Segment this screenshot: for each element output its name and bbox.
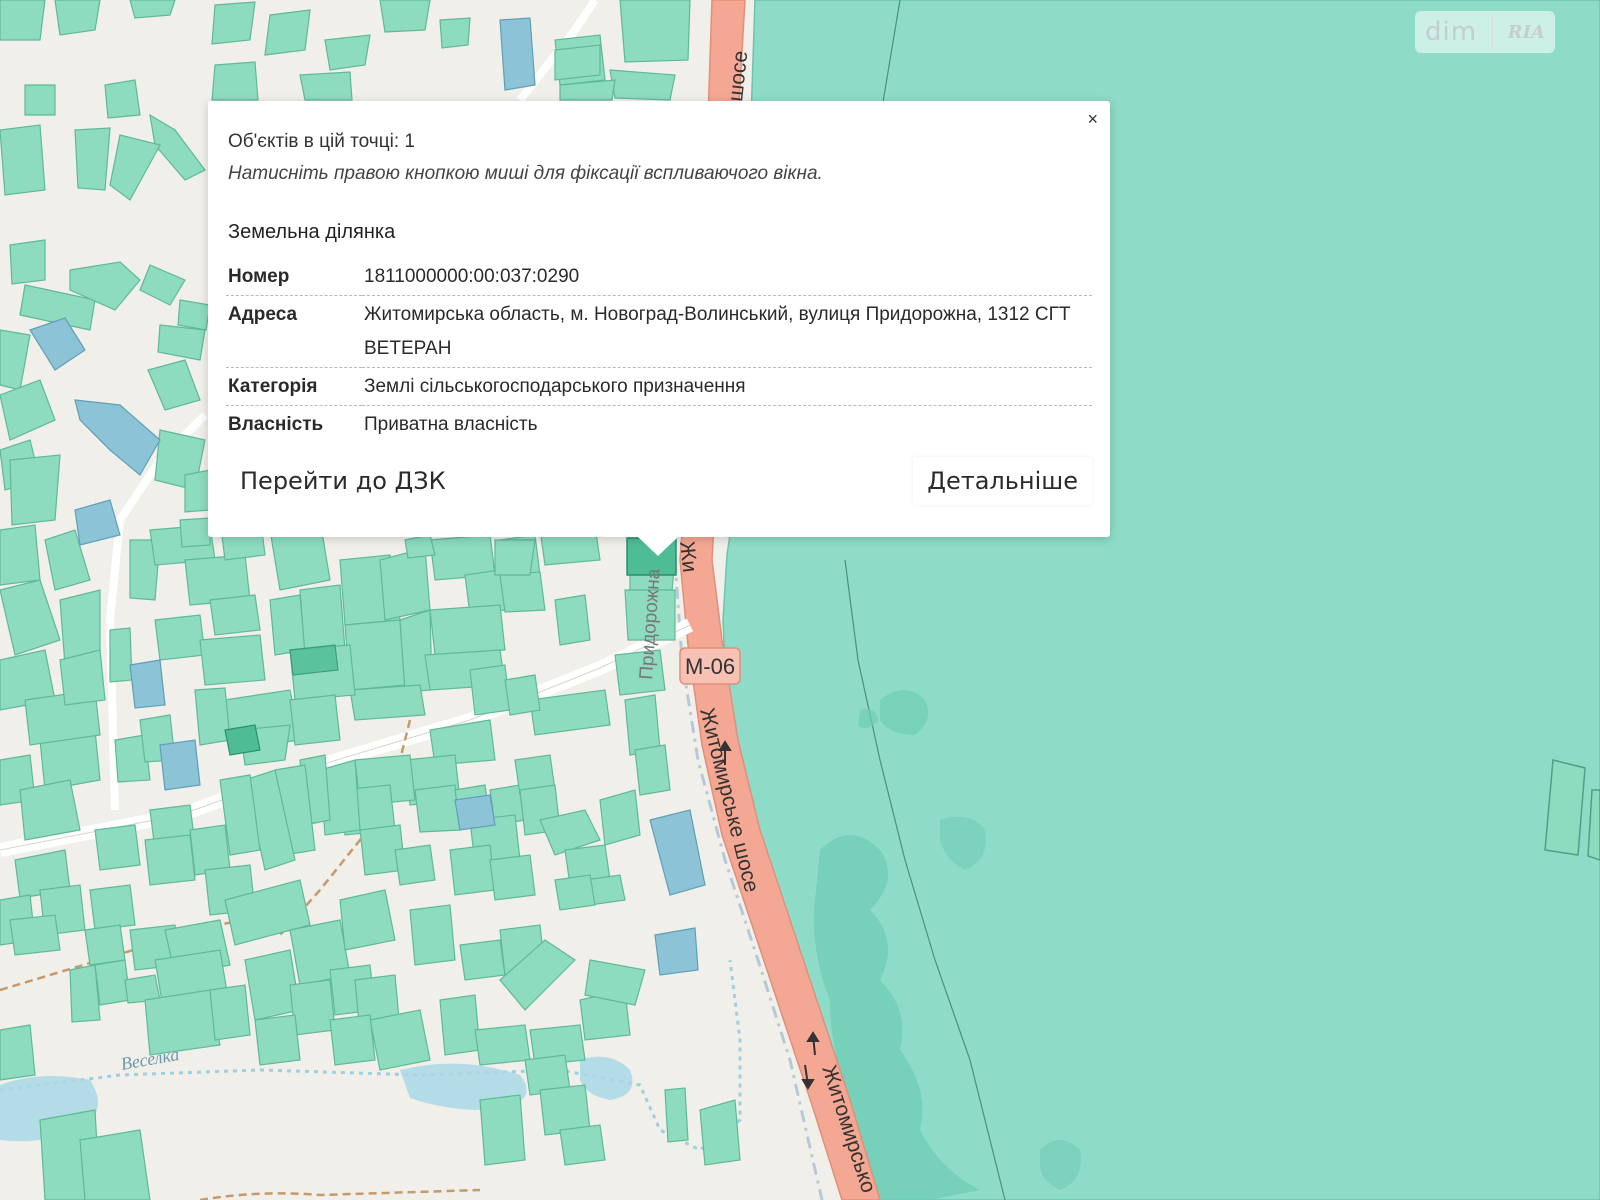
close-icon[interactable]: × — [1087, 109, 1098, 129]
row-key-ownership: Власність — [228, 414, 324, 435]
popup-pointer — [638, 537, 678, 556]
table-row: Власність Приватна власність — [226, 406, 1092, 444]
row-key-address: Адреса — [226, 295, 362, 368]
watermark-dim: dim — [1425, 17, 1478, 47]
table-row: Категорія Землі сільськогосподарського п… — [226, 367, 1092, 406]
row-value-category: Землі сільськогосподарського призначення — [362, 367, 1092, 406]
road-label-m06: М-06 — [685, 654, 735, 679]
details-button[interactable]: Детальніше — [913, 457, 1092, 505]
watermark-separator — [1491, 15, 1493, 49]
section-title: Земельна ділянка — [228, 221, 396, 243]
table-row: Адреса Житомирська область, м. Новоград-… — [226, 295, 1092, 368]
go-to-dzk-button[interactable]: Перейти до ДЗК — [226, 457, 460, 505]
popup-actions: Перейти до ДЗК Детальніше — [226, 453, 1092, 509]
road-label-zhyt-popup: Жи — [675, 540, 701, 573]
row-key-number: Номер — [226, 258, 362, 296]
popup-hint: Натисніть правою кнопкою миші для фіксац… — [228, 163, 823, 184]
dim-ria-watermark: dim RIA — [1415, 11, 1555, 53]
parcel-info-table: Номер 1811000000:00:037:0290 Адреса Жито… — [226, 258, 1092, 443]
objects-count: Об'єктів в цій точці: 1 — [228, 131, 415, 152]
parcel-info-popup: × Об'єктів в цій точці: 1 Натисніть прав… — [208, 101, 1110, 537]
table-row: Номер 1811000000:00:037:0290 — [226, 258, 1092, 296]
row-value-ownership: Приватна власність — [364, 414, 538, 435]
row-key-category: Категорія — [226, 367, 362, 406]
row-value-address: Житомирська область, м. Новоград-Волинсь… — [362, 295, 1092, 368]
row-value-number: 1811000000:00:037:0290 — [362, 258, 1092, 296]
watermark-ria: RIA — [1507, 21, 1545, 43]
